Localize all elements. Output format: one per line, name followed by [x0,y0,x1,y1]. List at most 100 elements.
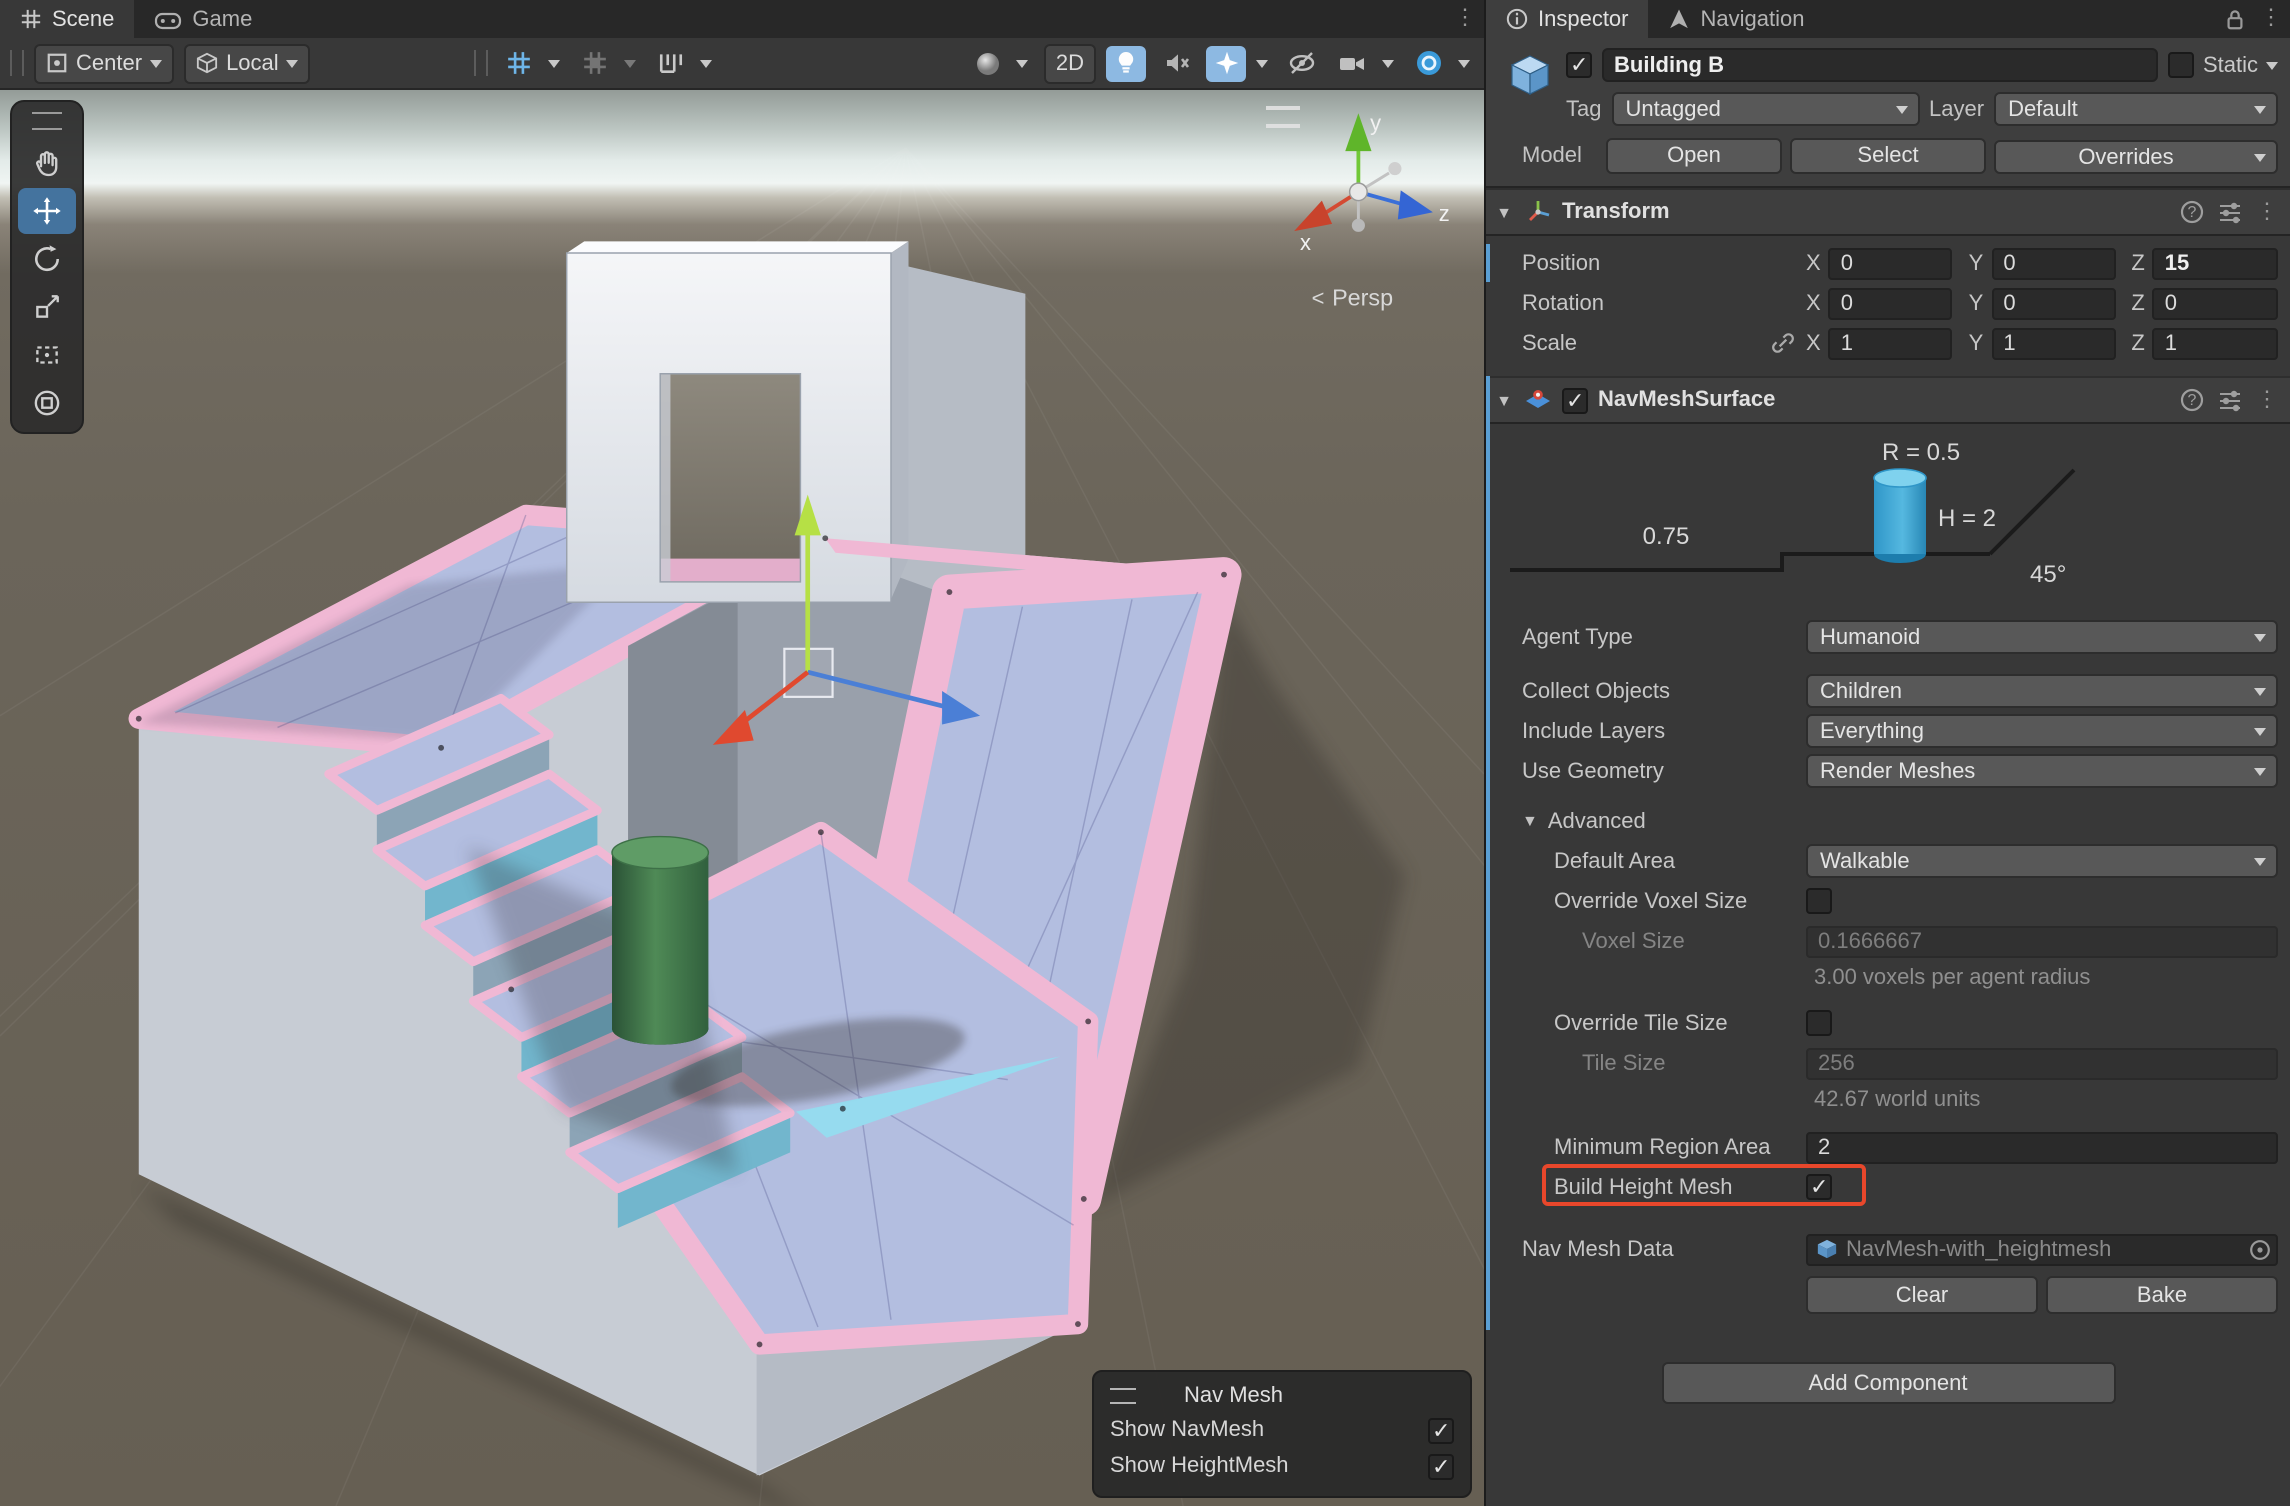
position-y-field[interactable]: 0 [1991,247,2115,279]
default-area-dropdown[interactable]: Walkable [1806,844,2278,878]
transform-header[interactable]: ▼ Transform ? ⋮ [1486,188,2290,236]
component-tools-button[interactable] [1408,45,1448,81]
tab-navigation[interactable]: Navigation [1649,0,1825,38]
collect-objects-dropdown[interactable]: Children [1806,674,2278,708]
2d-mode-button[interactable]: 2D [1044,43,1096,83]
green-cylinder[interactable] [612,837,708,1045]
shading-mode-button[interactable] [968,45,1008,81]
navmesh-display-panel: Nav Mesh Show NavMesh Show HeightMesh [1092,1370,1472,1498]
show-heightmesh-checkbox[interactable] [1428,1453,1454,1479]
rotation-z-field[interactable]: 0 [2153,287,2278,319]
include-layers-dropdown[interactable]: Everything [1806,714,2278,748]
scene-3d-canvas[interactable]: x y z < Persp [0,90,1484,1506]
scene-tab-menu-icon[interactable]: ⋮ [1454,8,1476,30]
scale-tool[interactable] [18,284,76,330]
transform-foldout-icon[interactable]: ▼ [1494,203,1514,221]
scale-x-field[interactable]: 1 [1829,327,1953,359]
legend-drag-handle-icon[interactable] [1110,1387,1136,1403]
model-overrides-dropdown[interactable]: Overrides [1994,139,2278,173]
pivot-mode-dropdown[interactable]: Center [34,43,174,83]
shading-dropdown-arrow[interactable] [1012,45,1034,81]
gizmo-y-label[interactable]: y [1370,111,1381,136]
help-icon[interactable]: ? [2180,388,2204,412]
gameobject-active-checkbox[interactable] [1566,52,1592,78]
layer-dropdown[interactable]: Default [1994,92,2278,126]
transform-title: Transform [1562,200,2170,224]
tool-palette-handle[interactable] [32,112,62,130]
scene-lighting-button[interactable] [1106,45,1146,81]
help-icon[interactable]: ? [2180,200,2204,224]
scale-z-field[interactable]: 1 [2153,327,2278,359]
show-navmesh-checkbox[interactable] [1428,1417,1454,1443]
transform-menu-icon[interactable]: ⋮ [2256,201,2278,223]
audio-mute-button[interactable] [1156,45,1196,81]
snap-settings-button[interactable] [575,45,615,81]
persp-label[interactable]: Persp [1332,284,1393,310]
gizmo-x-label[interactable]: x [1300,230,1311,255]
rect-tool[interactable] [18,332,76,378]
navmeshsurface-header[interactable]: ▼ NavMeshSurface ? ⋮ [1486,376,2290,424]
overlays-menu-handle[interactable] [1266,106,1300,128]
scene-viewport[interactable]: x y z < Persp [0,90,1484,1506]
orientation-mode-dropdown[interactable]: Local [184,43,311,83]
rotation-x-field[interactable]: 0 [1829,287,1953,319]
view-hand-tool[interactable] [18,140,76,186]
add-component-button[interactable]: Add Component [1661,1362,2115,1404]
scale-y-field[interactable]: 1 [1991,327,2115,359]
include-layers-value: Everything [1820,720,1924,744]
transform-tool[interactable] [18,380,76,426]
model-select-button[interactable]: Select [1790,138,1986,174]
agent-type-dropdown[interactable]: Humanoid [1806,620,2278,654]
gizmo-z-label[interactable]: z [1439,201,1450,226]
scene-camera-button[interactable] [1332,45,1372,81]
position-x-field[interactable]: 0 [1829,247,1953,279]
gameobject-name-field[interactable]: Building B [1602,48,2159,82]
toolbar-drag-handle[interactable] [10,50,24,76]
object-picker-icon[interactable] [2248,1237,2272,1261]
model-open-button[interactable]: Open [1606,138,1782,174]
position-z-field[interactable]: 15 [2153,247,2278,279]
building-model[interactable] [136,241,1227,1475]
tag-dropdown[interactable]: Untagged [1612,92,1920,126]
tab-scene[interactable]: Scene [0,0,134,38]
link-scale-icon[interactable] [1770,330,1796,356]
rotate-tool[interactable] [18,236,76,282]
static-checkbox[interactable] [2169,52,2195,78]
override-voxel-size-checkbox[interactable] [1806,888,1832,914]
grid-visibility-button[interactable] [499,45,539,81]
camera-dropdown-arrow[interactable] [1376,45,1398,81]
presets-icon[interactable] [2218,388,2242,412]
navmeshsurface-foldout-icon[interactable]: ▼ [1494,391,1514,409]
lock-icon[interactable] [2224,7,2246,31]
show-navmesh-label: Show NavMesh [1110,1418,1264,1442]
navmeshsurface-enabled-checkbox[interactable] [1562,387,1588,413]
tab-inspector[interactable]: Inspector [1486,0,1649,38]
navmeshsurface-menu-icon[interactable]: ⋮ [2256,389,2278,411]
toolbar-drag-handle-2[interactable] [475,50,489,76]
effects-toggle-button[interactable] [1206,45,1246,81]
nav-mesh-data-field[interactable]: NavMesh-with_heightmesh [1806,1233,2278,1265]
component-tools-dropdown-arrow[interactable] [1452,45,1474,81]
effects-dropdown-arrow[interactable] [1250,45,1272,81]
clear-button[interactable]: Clear [1806,1276,2038,1314]
scene-visibility-button[interactable] [1282,45,1322,81]
override-tile-size-checkbox[interactable] [1806,1010,1832,1036]
snap-increment-dropdown-arrow[interactable] [695,45,717,81]
minimum-region-area-field[interactable]: 2 [1806,1131,2278,1163]
gameobject-header: Building B Static Tag Untagged L [1486,38,2290,188]
advanced-foldout-icon[interactable]: ▼ [1522,812,1538,830]
model-prefab-icon[interactable] [1494,46,1566,128]
snap-increment-button[interactable] [651,45,691,81]
bake-button[interactable]: Bake [2046,1276,2278,1314]
rotation-y-field[interactable]: 0 [1991,287,2115,319]
static-dropdown-arrow[interactable] [2266,61,2278,69]
use-geometry-dropdown[interactable]: Render Meshes [1806,754,2278,788]
grid-dropdown-arrow[interactable] [543,45,565,81]
build-height-mesh-checkbox[interactable] [1806,1174,1832,1200]
orientation-gizmo[interactable]: x y z < Persp [1294,111,1450,311]
snap-dropdown-arrow[interactable] [619,45,641,81]
tab-game[interactable]: Game [134,0,272,38]
inspector-menu-icon[interactable]: ⋮ [2260,8,2282,30]
presets-icon[interactable] [2218,200,2242,224]
move-tool[interactable] [18,188,76,234]
